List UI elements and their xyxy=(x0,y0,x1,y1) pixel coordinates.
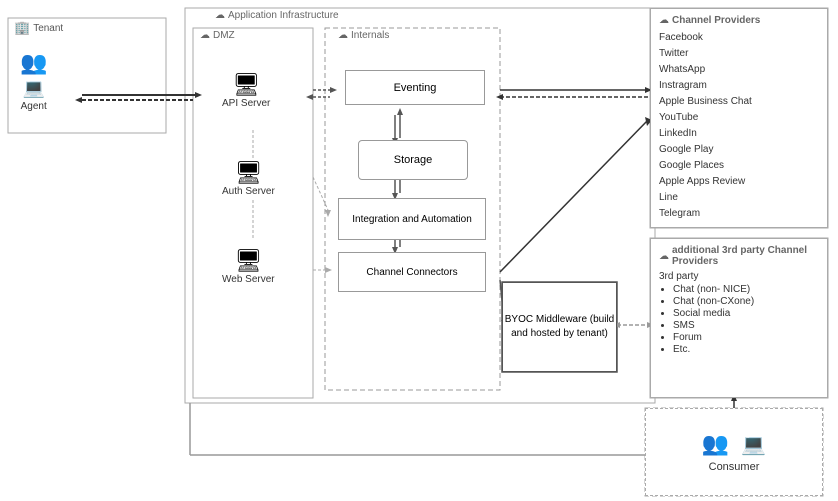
ap-item-sms: SMS xyxy=(673,320,819,331)
api-server-icon: 🖥 xyxy=(222,72,270,98)
web-server-label: Web Server xyxy=(222,274,275,285)
api-server-label: API Server xyxy=(222,98,270,109)
additional-providers-header: ☁ additional 3rd party Channel Providers xyxy=(659,245,819,267)
agent-label: Agent xyxy=(20,101,47,112)
agent-person-icon: 👥 xyxy=(20,50,47,76)
api-server-group: 🖥 API Server xyxy=(222,72,270,109)
web-server-icon: 🖥 xyxy=(222,248,275,274)
byoc-box: BYOC Middleware (build and hosted by ten… xyxy=(502,282,617,372)
eventing-box: Eventing xyxy=(345,70,485,105)
ap-item-social: Social media xyxy=(673,308,819,319)
additional-providers-section: ☁ additional 3rd party Channel Providers… xyxy=(650,238,828,398)
cp-apple-apps-review: Apple Apps Review xyxy=(659,174,819,190)
cp-telegram: Telegram xyxy=(659,206,819,222)
additional-providers-label: additional 3rd party Channel Providers xyxy=(672,245,819,267)
web-server-group: 🖥 Web Server xyxy=(222,248,275,285)
eventing-label: Eventing xyxy=(394,82,437,94)
cloud-icon-dmz: ☁ xyxy=(200,30,210,41)
channel-providers-label: Channel Providers xyxy=(672,15,760,26)
consumer-label: Consumer xyxy=(709,461,760,473)
cp-whatsapp: WhatsApp xyxy=(659,62,819,78)
storage-box: Storage xyxy=(358,140,468,180)
ap-item-chat-cxone: Chat (non-CXone) xyxy=(673,296,819,307)
consumer-person-icon: 👥 xyxy=(702,431,729,457)
channel-connectors-box: Channel Connectors xyxy=(338,252,486,292)
ap-items-list: Chat (non- NICE) Chat (non-CXone) Social… xyxy=(659,284,819,355)
cloud-icon-infra: ☁ xyxy=(215,10,225,21)
app-infra-label: ☁ Application Infrastructure xyxy=(215,10,339,21)
internals-label: ☁ Internals xyxy=(338,30,389,41)
cp-google-places: Google Places xyxy=(659,158,819,174)
storage-label: Storage xyxy=(394,154,433,166)
cp-twitter: Twitter xyxy=(659,46,819,62)
channel-providers-header: ☁ Channel Providers xyxy=(659,15,819,26)
cloud-icon-ap: ☁ xyxy=(659,251,669,262)
cp-google-play: Google Play xyxy=(659,142,819,158)
integration-label: Integration and Automation xyxy=(352,213,472,226)
integration-box: Integration and Automation xyxy=(338,198,486,240)
channel-providers-section: ☁ Channel Providers Facebook Twitter Wha… xyxy=(650,8,828,228)
agent-group: 👥 💻 Agent xyxy=(20,50,47,112)
consumer-section: 👥 💻 Consumer xyxy=(645,408,823,496)
tenant-icon: 🏢 xyxy=(14,20,30,36)
ap-item-etc: Etc. xyxy=(673,344,819,355)
cp-instagram: Instragram xyxy=(659,78,819,94)
channel-connectors-label: Channel Connectors xyxy=(366,267,457,278)
dmz-label: ☁ DMZ xyxy=(200,30,235,41)
ap-sublabel: 3rd party xyxy=(659,271,819,282)
auth-server-label: Auth Server xyxy=(222,186,275,197)
cp-line: Line xyxy=(659,190,819,206)
agent-laptop-icon: 💻 xyxy=(20,78,47,99)
cp-youtube: YouTube xyxy=(659,110,819,126)
auth-server-group: 🖥 Auth Server xyxy=(222,160,275,197)
ap-item-forum: Forum xyxy=(673,332,819,343)
cloud-icon-internals: ☁ xyxy=(338,30,348,41)
cloud-icon-cp: ☁ xyxy=(659,15,669,26)
diagram: ☁ Application Infrastructure 🏢 Tenant 👥 … xyxy=(0,0,838,501)
cp-linkedin: LinkedIn xyxy=(659,126,819,142)
cp-facebook: Facebook xyxy=(659,30,819,46)
ap-item-chat-nice: Chat (non- NICE) xyxy=(673,284,819,295)
consumer-laptop-icon: 💻 xyxy=(741,432,766,457)
cp-apple-business-chat: Apple Business Chat xyxy=(659,94,819,110)
tenant-label: 🏢 Tenant xyxy=(14,20,63,36)
byoc-label: BYOC Middleware (build and hosted by ten… xyxy=(503,313,616,341)
auth-server-icon: 🖥 xyxy=(222,160,275,186)
